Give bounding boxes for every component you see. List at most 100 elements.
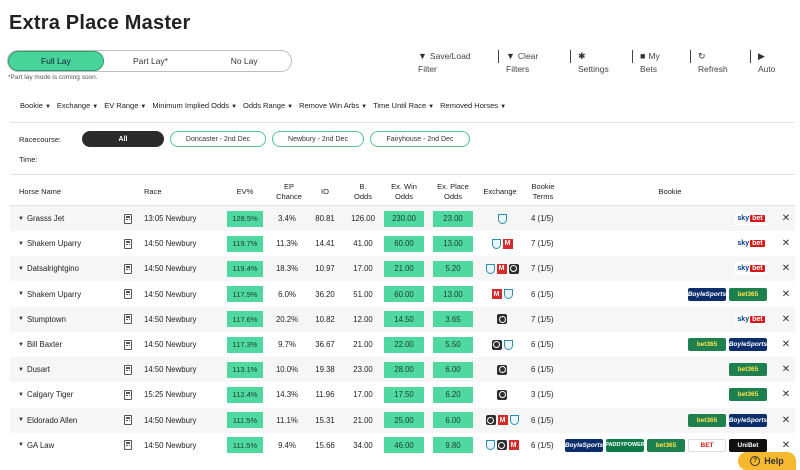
header-io[interactable]: IO xyxy=(310,187,340,197)
virginbet-logo[interactable]: BET xyxy=(688,438,726,452)
bet365-logo[interactable]: bet365 xyxy=(647,438,685,452)
boylesports-logo[interactable]: BoyleSports xyxy=(565,438,603,452)
close-icon[interactable]: ✕ xyxy=(782,238,790,249)
header-exchange[interactable]: Exchange xyxy=(480,187,520,197)
my-bets-button[interactable]: ■ My Bets xyxy=(632,50,660,76)
calculator-cell[interactable] xyxy=(124,282,134,307)
table-row[interactable]: ▼ Calgary Tiger 15:25 Newbury 112.4% 14.3% 11… xyxy=(10,382,795,407)
expand-icon[interactable]: ▼ xyxy=(18,417,24,423)
paddypower-logo[interactable]: PADDYPOWER xyxy=(605,438,645,452)
close-icon[interactable]: ✕ xyxy=(782,339,790,350)
part-lay-option[interactable]: Part Lay* xyxy=(104,51,198,71)
remove-row-button[interactable]: ✕ xyxy=(781,206,791,231)
chip-doncaster[interactable]: Doncaster - 2nd Dec xyxy=(170,131,266,147)
close-icon[interactable]: ✕ xyxy=(782,389,790,400)
calculator-cell[interactable] xyxy=(124,408,134,433)
exchange-o-icon[interactable] xyxy=(485,415,496,426)
header-b-odds[interactable]: B. Odds xyxy=(348,182,378,202)
chip-newbury[interactable]: Newbury - 2nd Dec xyxy=(272,131,364,147)
close-icon[interactable]: ✕ xyxy=(782,289,790,300)
calculator-icon[interactable] xyxy=(124,415,132,426)
horse-name-cell[interactable]: ▼ Dusart xyxy=(18,357,50,382)
settings-button[interactable]: ✱ Settings xyxy=(570,50,609,76)
skybet-logo[interactable]: sky bet xyxy=(735,237,767,251)
header-bookie[interactable]: Bookie xyxy=(648,187,692,197)
exchange-o-icon[interactable] xyxy=(508,263,519,274)
bet365-logo[interactable]: bet365 xyxy=(729,363,767,377)
table-row[interactable]: ▼ Bill Baxter 14:50 Newbury 117.3% 9.7% 36.67… xyxy=(10,332,795,357)
remove-row-button[interactable]: ✕ xyxy=(781,408,791,433)
refresh-button[interactable]: ↻ Refresh xyxy=(690,50,728,76)
no-lay-option[interactable]: No Lay xyxy=(197,51,291,71)
close-icon[interactable]: ✕ xyxy=(782,314,790,325)
boylesports-logo[interactable]: BoyleSports xyxy=(729,413,767,427)
header-ex-win-odds[interactable]: Ex. Win Odds xyxy=(384,182,424,202)
close-icon[interactable]: ✕ xyxy=(782,364,790,375)
calculator-icon[interactable] xyxy=(124,213,132,224)
table-row[interactable]: ▼ Eldorado Allen 14:50 Newbury 111.5% 11.1% 1… xyxy=(10,407,795,433)
calculator-icon[interactable] xyxy=(124,314,132,325)
horse-name-cell[interactable]: ▼ Grasss Jet xyxy=(18,206,64,231)
calculator-cell[interactable] xyxy=(124,382,134,407)
save-load-filter-button[interactable]: ▼ Save/Load Filter xyxy=(418,50,471,76)
exchange-shield-icon[interactable] xyxy=(503,289,513,300)
filter-remove-win-arbs[interactable]: Remove Win Arbs ▼ xyxy=(299,101,367,110)
full-lay-option[interactable]: Full Lay xyxy=(8,51,104,71)
table-row[interactable]: ▼ Stumptown 14:50 Newbury 117.6% 20.2% 10.82 1… xyxy=(10,306,795,332)
auto-button[interactable]: ▶ Auto xyxy=(750,50,776,76)
exchange-m-icon[interactable]: M xyxy=(491,289,502,300)
boylesports-logo[interactable]: BoyleSports xyxy=(729,338,767,351)
exchange-shield-icon[interactable] xyxy=(509,415,519,426)
expand-icon[interactable]: ▼ xyxy=(18,241,24,247)
header-horse[interactable]: Horse Name xyxy=(19,187,61,197)
filter-removed-horses[interactable]: Removed Horses ▼ xyxy=(440,101,506,110)
calculator-cell[interactable] xyxy=(124,206,134,231)
table-row[interactable]: ▼ Shakem Uparry 14:50 Newbury 119.7% 11.3% 14… xyxy=(10,231,795,256)
horse-name-cell[interactable]: ▼ Bill Baxter xyxy=(18,332,62,357)
close-icon[interactable]: ✕ xyxy=(782,440,790,451)
filter-ev-range[interactable]: EV Range ▼ xyxy=(104,101,146,110)
header-ev[interactable]: EV% xyxy=(227,187,263,197)
table-row[interactable]: ▼ Dusart 14:50 Newbury 113.1% 10.0% 19.38 23.0… xyxy=(10,357,795,383)
remove-row-button[interactable]: ✕ xyxy=(781,256,791,281)
expand-icon[interactable]: ▼ xyxy=(18,392,24,398)
unibet-logo[interactable]: UniBet xyxy=(729,438,767,452)
close-icon[interactable]: ✕ xyxy=(782,213,790,224)
calculator-icon[interactable] xyxy=(124,263,132,274)
exchange-m-icon[interactable]: M xyxy=(502,238,513,249)
table-row[interactable]: ▼ GA Law 14:50 Newbury 111.5% 9.4% 15.66 34.00… xyxy=(10,433,795,458)
horse-name-cell[interactable]: ▼ Datsalrightgino xyxy=(18,256,79,281)
filter-odds-range[interactable]: Odds Range ▼ xyxy=(243,101,293,110)
expand-icon[interactable]: ▼ xyxy=(18,266,24,272)
exchange-m-icon[interactable]: M xyxy=(497,415,508,426)
calculator-cell[interactable] xyxy=(124,307,134,332)
chip-all[interactable]: All xyxy=(82,131,164,147)
header-ep-chance[interactable]: EP Chance xyxy=(271,182,307,202)
expand-icon[interactable]: ▼ xyxy=(18,342,24,348)
remove-row-button[interactable]: ✕ xyxy=(781,382,791,407)
close-icon[interactable]: ✕ xyxy=(782,263,790,274)
exchange-shield-icon[interactable] xyxy=(497,213,507,224)
expand-icon[interactable]: ▼ xyxy=(18,316,24,322)
table-row[interactable]: ▼ Grasss Jet 13:05 Newbury 128.5% 3.4% 80.81 1… xyxy=(10,206,795,231)
remove-row-button[interactable]: ✕ xyxy=(781,357,791,382)
skybet-logo[interactable]: sky bet xyxy=(735,312,767,326)
calculator-cell[interactable] xyxy=(124,256,134,281)
horse-name-cell[interactable]: ▼ Calgary Tiger xyxy=(18,382,73,407)
exchange-o-icon[interactable] xyxy=(497,314,507,325)
remove-row-button[interactable]: ✕ xyxy=(781,231,791,256)
chip-fairyhouse[interactable]: Fairyhouse - 2nd Dec xyxy=(370,131,470,147)
exchange-shield-icon[interactable] xyxy=(491,238,501,249)
remove-row-button[interactable]: ✕ xyxy=(781,307,791,332)
table-row[interactable]: ▼ Shakem Uparry 14:50 Newbury 117.9% 6.0% 36.… xyxy=(10,282,795,307)
header-bookie-terms[interactable]: Bookie Terms xyxy=(527,182,559,202)
calculator-icon[interactable] xyxy=(124,364,132,375)
header-race[interactable]: Race xyxy=(144,187,162,197)
bet365-logo[interactable]: bet365 xyxy=(688,338,726,351)
filter-exchange[interactable]: Exchange ▼ xyxy=(57,101,98,110)
filter-min-implied-odds[interactable]: Minimum Implied Odds ▼ xyxy=(152,101,237,110)
exchange-shield-icon[interactable] xyxy=(485,263,495,274)
remove-row-button[interactable]: ✕ xyxy=(781,332,791,357)
bet365-logo[interactable]: bet365 xyxy=(688,413,726,427)
bet365-logo[interactable]: bet365 xyxy=(729,287,767,301)
